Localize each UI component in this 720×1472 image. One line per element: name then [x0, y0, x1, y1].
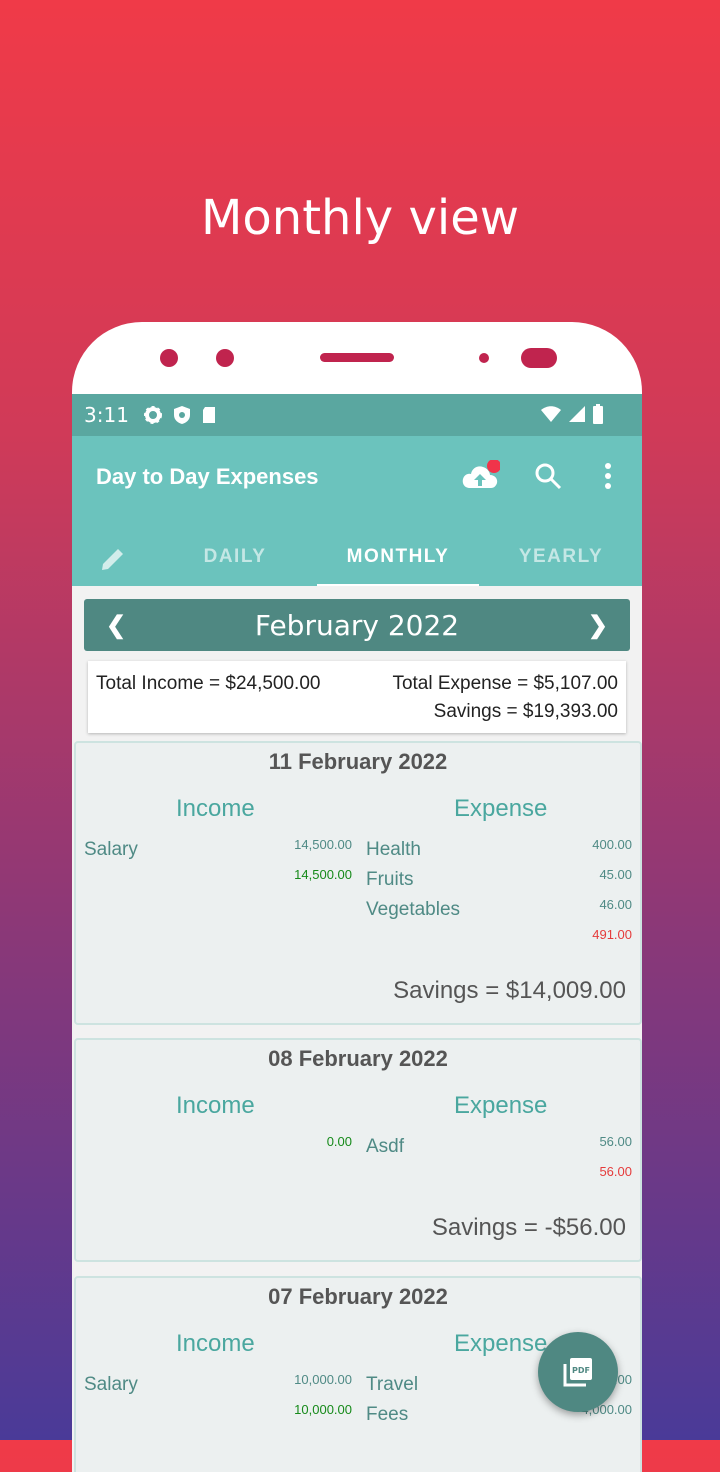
tab-bar: DAILY MONTHLY YEARLY [72, 532, 642, 586]
income-item-name: Salary [84, 1374, 138, 1395]
expense-item-amount: 46.00 [599, 897, 632, 912]
camera-dot [160, 349, 178, 367]
income-item-name: Salary [84, 839, 138, 860]
day-date: 11 February 2022 [268, 749, 448, 774]
income-total: 10,000.00 [294, 1402, 352, 1417]
total-income: Total Income = $24,500.00 [96, 673, 321, 694]
export-pdf-button[interactable]: PDF [538, 1332, 618, 1412]
expense-total: 56.00 [599, 1164, 632, 1179]
month-summary: Total Income = $24,500.00 Total Expense … [88, 661, 626, 733]
income-total: 0.00 [326, 1134, 352, 1149]
month-label: February 2022 [254, 609, 460, 642]
day-date: 07 February 2022 [268, 1284, 448, 1309]
expense-header: Expense [454, 1092, 548, 1119]
app-bar: Day to Day Expenses DAILY MONTHLY YEARLY [72, 436, 642, 587]
pdf-label: PDF [572, 1366, 590, 1375]
signal-icon [569, 406, 585, 422]
search-icon[interactable] [534, 462, 562, 490]
day-savings: Savings = -$56.00 [431, 1214, 626, 1241]
proximity-sensor [479, 353, 489, 363]
total-expense: Total Expense = $5,107.00 [392, 673, 618, 694]
expense-item-amount: 400.00 [592, 837, 632, 852]
status-time: 3:11 [84, 403, 129, 427]
expense-header: Expense [454, 1330, 548, 1357]
expense-item-amount: 45.00 [599, 867, 632, 882]
expense-item-name: Travel [366, 1374, 419, 1395]
day-card[interactable]: 08 February 2022 Income Expense 0.00 Asd… [74, 1038, 642, 1262]
next-month-button[interactable]: ❯ [588, 611, 608, 640]
expense-item-name: Asdf [366, 1136, 405, 1157]
expense-item-name: Fruits [366, 869, 414, 890]
wifi-icon [541, 406, 561, 422]
expense-header: Expense [454, 795, 548, 822]
income-item-amount: 10,000.00 [294, 1372, 352, 1387]
expense-total: 491.00 [592, 927, 632, 942]
expense-item-name: Fees [366, 1404, 409, 1425]
settings-icon [143, 406, 162, 424]
speaker-grill [320, 353, 394, 362]
tab-yearly[interactable]: YEARLY [480, 532, 642, 586]
cloud-upload-icon[interactable] [460, 460, 500, 492]
sd-card-icon [202, 407, 215, 423]
income-total: 14,500.00 [294, 867, 352, 882]
tab-daily[interactable]: DAILY [154, 532, 316, 586]
tab-monthly[interactable]: MONTHLY [317, 532, 479, 586]
front-sensor-pill [521, 348, 557, 368]
expense-item-name: Vegetables [366, 899, 461, 920]
day-date: 08 February 2022 [268, 1046, 448, 1071]
battery-icon [593, 404, 603, 424]
total-savings: Savings = $19,393.00 [433, 701, 618, 722]
edit-icon[interactable] [98, 544, 128, 574]
day-savings: Savings = $14,009.00 [393, 977, 626, 1004]
phone-frame: 3:11 Day to Day Expenses DAILY MONTHLY Y… [72, 322, 642, 1472]
month-navigator: ❮ February 2022 ❯ [84, 599, 630, 651]
app-title: Day to Day Expenses [96, 464, 319, 489]
income-header: Income [176, 795, 255, 822]
promo-headline: Monthly view [201, 190, 519, 246]
income-header: Income [176, 1092, 255, 1119]
day-card[interactable]: 11 February 2022 Income Expense Salary 1… [74, 741, 642, 1025]
more-vert-icon[interactable] [604, 462, 612, 490]
income-header: Income [176, 1330, 255, 1357]
expense-item-name: Health [366, 839, 421, 860]
status-bar: 3:11 [72, 394, 642, 436]
pdf-icon: PDF [563, 1358, 592, 1387]
shield-icon [173, 406, 190, 424]
expense-item-amount: 56.00 [599, 1134, 632, 1149]
sensor-dot [216, 349, 234, 367]
income-item-amount: 14,500.00 [294, 837, 352, 852]
